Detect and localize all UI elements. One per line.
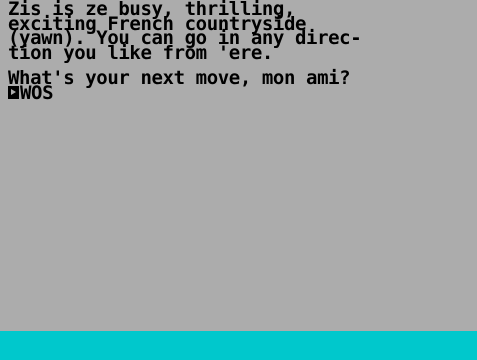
command-input-value[interactable]: WOS xyxy=(20,83,54,101)
prompt-cursor-icon xyxy=(8,86,19,100)
status-bar xyxy=(0,331,477,360)
text-output: Zis is ze busy, thrilling, exciting Fren… xyxy=(8,0,477,102)
description-line-4: tion you like from 'ere. xyxy=(8,41,273,64)
game-screen: Zis is ze busy, thrilling, exciting Fren… xyxy=(0,0,477,360)
prompt-question: What's your next move, mon ami? xyxy=(8,67,351,89)
